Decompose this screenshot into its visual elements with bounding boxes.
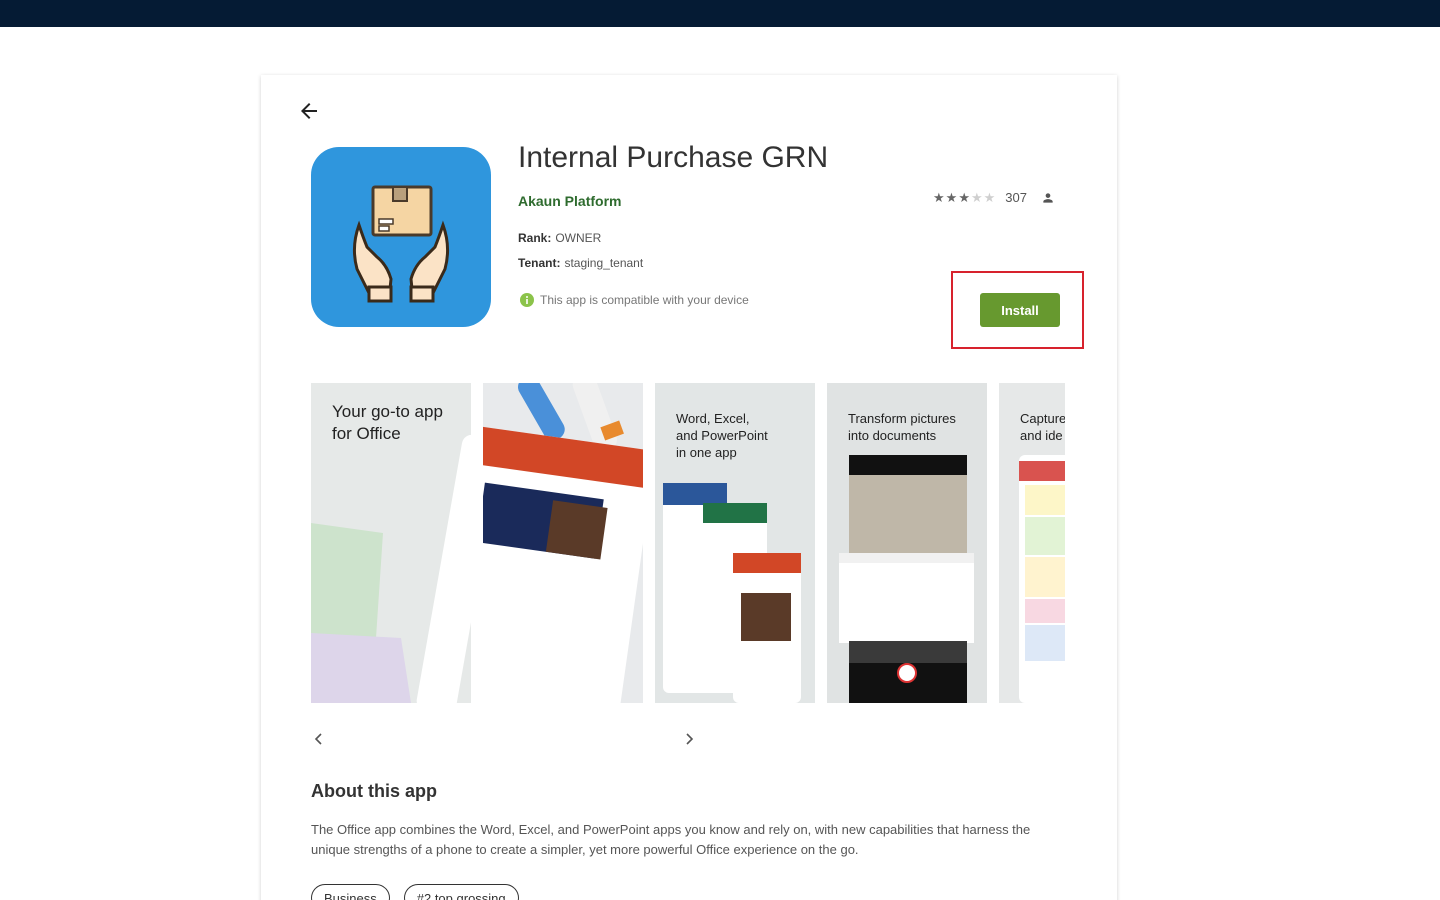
- info-icon: [520, 293, 534, 307]
- screenshot-5[interactable]: Capture and ide: [999, 383, 1065, 703]
- rank-row: Rank: OWNER: [518, 231, 601, 245]
- about-description: The Office app combines the Word, Excel,…: [311, 822, 1031, 857]
- rating-count: 307: [1005, 190, 1027, 205]
- install-highlight-box: Install: [951, 271, 1084, 349]
- rating-stars: ★ ★ ★ ★ ★: [933, 189, 996, 205]
- tenant-row: Tenant: staging_tenant: [518, 256, 643, 270]
- carousel-prev-icon[interactable]: [311, 731, 327, 747]
- developer-link[interactable]: Akaun Platform: [518, 193, 621, 209]
- star-empty-icon: ★: [983, 189, 996, 205]
- star-empty-icon: ★: [970, 189, 983, 205]
- rank-label: Rank:: [518, 231, 552, 245]
- app-title: Internal Purchase GRN: [518, 141, 829, 174]
- screenshot-4[interactable]: Transform pictures into documents: [827, 383, 987, 703]
- person-icon: [1041, 191, 1055, 205]
- compatibility-notice: This app is compatible with your device: [520, 293, 749, 307]
- tag-chip[interactable]: #2 top grossing: [403, 884, 519, 900]
- screenshot-carousel: Your go-to app for Office Word, Excel, a: [311, 383, 1065, 703]
- tenant-label: Tenant:: [518, 256, 561, 270]
- carousel-next-icon[interactable]: [681, 731, 697, 747]
- compatibility-text: This app is compatible with your device: [540, 293, 749, 307]
- screenshot-1[interactable]: Your go-to app for Office: [311, 383, 471, 703]
- app-detail-card: Internal Purchase GRN Akaun Platform ★ ★ ★…: [261, 75, 1117, 900]
- tenant-value: staging_tenant: [564, 256, 644, 270]
- about-section-title: About this app: [311, 781, 437, 801]
- screenshot-2[interactable]: [483, 383, 643, 703]
- rank-value: OWNER: [555, 231, 602, 245]
- star-filled-icon: ★: [933, 189, 945, 205]
- star-filled-icon: ★: [945, 189, 958, 205]
- rating-summary: ★ ★ ★ ★ ★ 307: [933, 190, 1055, 205]
- top-navigation-bar: [0, 0, 1440, 27]
- tag-list: Business #2 top grossing: [311, 884, 519, 900]
- install-button[interactable]: Install: [980, 293, 1060, 327]
- app-icon: [311, 147, 491, 327]
- tag-chip[interactable]: Business: [311, 884, 390, 900]
- back-arrow-icon[interactable]: [297, 99, 321, 123]
- star-filled-icon: ★: [958, 189, 970, 205]
- screenshot-3[interactable]: Word, Excel, and PowerPoint in one app: [655, 383, 815, 703]
